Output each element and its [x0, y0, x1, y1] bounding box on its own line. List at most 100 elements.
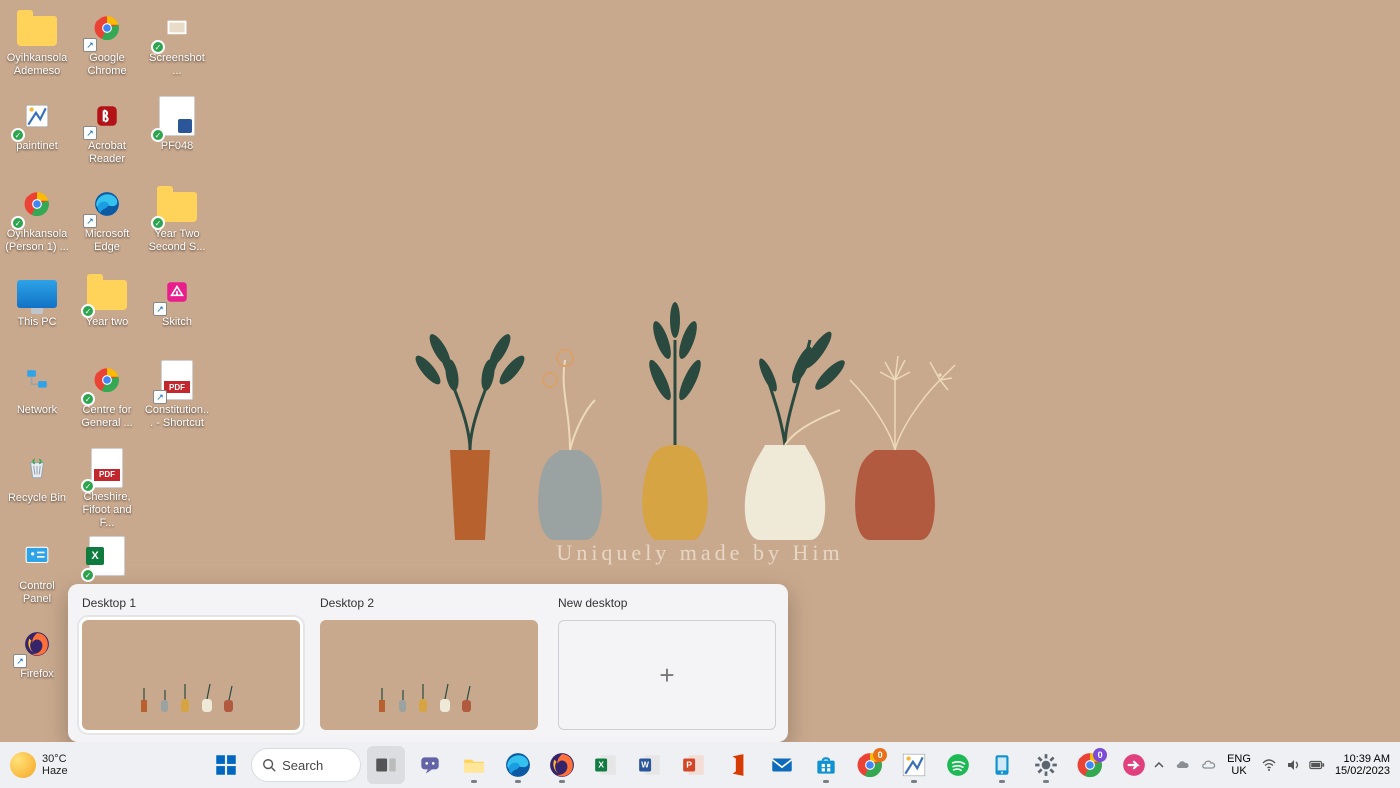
- badge-icon: 0: [873, 748, 887, 762]
- desktop-icon-label: Oyihkansola (Person 1) ...: [4, 228, 70, 254]
- running-indicator-icon: [911, 780, 917, 783]
- taskbar-search[interactable]: Search: [251, 748, 361, 782]
- acrobat-icon: ↗: [85, 94, 129, 138]
- taskbar-phone-link[interactable]: [983, 746, 1021, 784]
- svg-text:W: W: [641, 761, 649, 770]
- task-view-label: Desktop 1: [82, 596, 300, 612]
- badge-icon: 0: [1093, 748, 1107, 762]
- running-indicator-icon: [999, 780, 1005, 783]
- desktop-icon-label: Network: [17, 404, 57, 417]
- desktop-icon-label: Screenshot ...: [144, 52, 210, 78]
- virtual-desktop-2[interactable]: [320, 620, 538, 730]
- desktop-icon-skitch[interactable]: ↗Skitch: [144, 268, 210, 354]
- taskbar-spotify[interactable]: [939, 746, 977, 784]
- tray-overflow-icon[interactable]: [1153, 759, 1165, 771]
- screenshot-icon: ✓: [155, 6, 199, 50]
- shortcut-badge-icon: ↗: [13, 654, 27, 668]
- desktop-icon-constitution-shortcut[interactable]: ↗Constitution... - Shortcut: [144, 356, 210, 442]
- paintnet-icon: ✓: [15, 94, 59, 138]
- folder-icon: ✓: [155, 182, 199, 226]
- shortcut-badge-icon: ↗: [83, 214, 97, 228]
- onedrive-tray-icon[interactable]: [1175, 757, 1191, 773]
- taskbar-excel[interactable]: X: [587, 746, 625, 784]
- sync-badge-icon: ✓: [151, 40, 165, 54]
- desktop-icon-acrobat-reader[interactable]: ↗Acrobat Reader: [74, 92, 140, 178]
- taskbar-chrome[interactable]: 0: [851, 746, 889, 784]
- network-icon: [15, 358, 59, 402]
- taskbar-store[interactable]: [807, 746, 845, 784]
- firefox-icon: ↗: [15, 622, 59, 666]
- chrome-icon: ↗: [85, 6, 129, 50]
- desktop-icon-centre-for-general[interactable]: ✓Centre for General ...: [74, 356, 140, 442]
- taskbar-word[interactable]: W: [631, 746, 669, 784]
- virtual-desktop-1[interactable]: [82, 620, 300, 730]
- skitch-icon: ↗: [155, 270, 199, 314]
- desktop-icon-label: Recycle Bin: [8, 492, 66, 505]
- control-icon: [15, 534, 59, 578]
- desktop-icon-label: paintinet: [16, 140, 58, 153]
- desktop-icon-control-panel[interactable]: Control Panel: [4, 532, 70, 618]
- taskbar-chat[interactable]: [411, 746, 449, 784]
- taskbar-mail[interactable]: [763, 746, 801, 784]
- desktop-icon-recycle-bin[interactable]: Recycle Bin: [4, 444, 70, 530]
- taskbar: 30°C Haze Search X W P 0 0 ENG UK 10:39 AM 15…: [0, 742, 1400, 788]
- clock[interactable]: 10:39 AM 15/02/2023: [1335, 753, 1390, 777]
- taskbar-edge[interactable]: [499, 746, 537, 784]
- excel-icon: ✓: [85, 534, 129, 578]
- taskbar-app-pink[interactable]: [1115, 746, 1153, 784]
- chrome-icon: ✓: [85, 358, 129, 402]
- desktop-icon-network[interactable]: Network: [4, 356, 70, 442]
- desktop-icon-screenshot[interactable]: ✓Screenshot ...: [144, 4, 210, 90]
- new-desktop-button[interactable]: +: [558, 620, 776, 730]
- desktop-icon-cheshire-fifoot-and-f[interactable]: ✓Cheshire, Fifoot and F...: [74, 444, 140, 530]
- doc-icon: ✓: [155, 94, 199, 138]
- desktop-icon-pf048[interactable]: ✓ PF048: [144, 92, 210, 178]
- lang-line1: ENG: [1227, 753, 1251, 765]
- shortcut-badge-icon: ↗: [153, 302, 167, 316]
- wallpaper-caption: Uniquely made by Him: [556, 540, 843, 566]
- taskbar-task-view[interactable]: [367, 746, 405, 784]
- weather-icon: [10, 752, 36, 778]
- pdf-icon: ✓: [85, 446, 129, 489]
- taskbar-file-explorer[interactable]: [455, 746, 493, 784]
- language-indicator[interactable]: ENG UK: [1227, 753, 1251, 777]
- running-indicator-icon: [471, 780, 477, 783]
- taskbar-office[interactable]: [719, 746, 757, 784]
- task-view-label: Desktop 2: [320, 596, 538, 612]
- volume-icon[interactable]: [1285, 757, 1301, 773]
- desktop-icon-oyihkansola-ademeso[interactable]: Oyihkansola Ademeso: [4, 4, 70, 90]
- taskbar-chrome-profile[interactable]: 0: [1071, 746, 1109, 784]
- desktop-icon-label: Centre for General ...: [74, 404, 140, 430]
- weather-widget[interactable]: 30°C Haze: [10, 752, 68, 778]
- weather-temp: 30°C: [42, 753, 68, 765]
- edge-icon: ↗: [85, 182, 129, 226]
- taskbar-firefox[interactable]: [543, 746, 581, 784]
- task-view-popup: Desktop 1 Desktop 2 New desktop +: [68, 584, 788, 742]
- pdf-icon: ↗: [155, 358, 199, 402]
- desktop-icon-year-two-second-s[interactable]: ✓Year Two Second S...: [144, 180, 210, 266]
- desktop-icon-year-two[interactable]: ✓Year two: [74, 268, 140, 354]
- cloud-tray-icon[interactable]: [1201, 757, 1217, 773]
- desktop-icon-this-pc[interactable]: This PC: [4, 268, 70, 354]
- desktop-icon-oyihkansola-person-1[interactable]: ✓Oyihkansola (Person 1) ...: [4, 180, 70, 266]
- svg-text:X: X: [598, 760, 604, 770]
- taskbar-powerpoint[interactable]: P: [675, 746, 713, 784]
- shortcut-badge-icon: ↗: [153, 390, 167, 404]
- wifi-icon[interactable]: [1261, 757, 1277, 773]
- task-view-new-label: New desktop: [558, 596, 776, 612]
- desktop-icon-label: Microsoft Edge: [74, 228, 140, 254]
- chrome-icon: ✓: [15, 182, 59, 226]
- taskbar-settings[interactable]: [1027, 746, 1065, 784]
- battery-icon[interactable]: [1309, 757, 1325, 773]
- desktop-icon-google-chrome[interactable]: ↗Google Chrome: [74, 4, 140, 90]
- clock-time: 10:39 AM: [1335, 753, 1390, 765]
- sync-badge-icon: ✓: [11, 128, 25, 142]
- desktop-icon-microsoft-edge[interactable]: ↗Microsoft Edge: [74, 180, 140, 266]
- desktop-icon-firefox[interactable]: ↗Firefox: [4, 620, 70, 706]
- sync-badge-icon: ✓: [151, 216, 165, 230]
- desktop-icon-paintinet[interactable]: ✓paintinet: [4, 92, 70, 178]
- desktop-icon-label: PF048: [161, 140, 193, 153]
- taskbar-paintnet[interactable]: [895, 746, 933, 784]
- desktop-icon-label: Google Chrome: [74, 52, 140, 78]
- taskbar-start[interactable]: [207, 746, 245, 784]
